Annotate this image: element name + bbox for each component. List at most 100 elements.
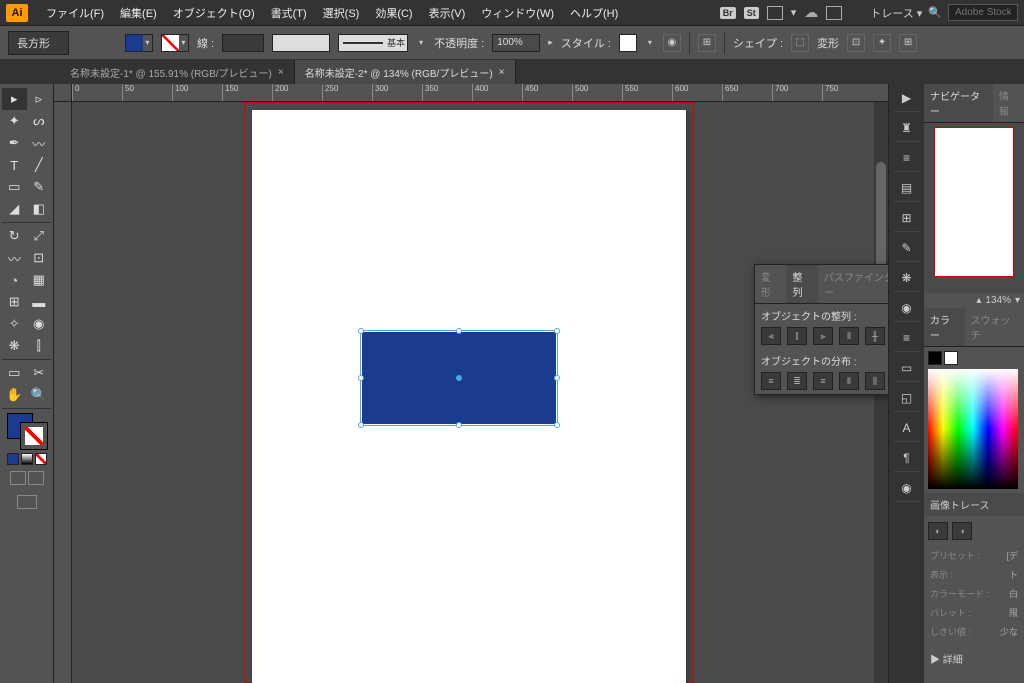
align-right-icon[interactable]: ⫸: [813, 327, 833, 345]
dock-properties-icon[interactable]: ≡: [894, 150, 920, 172]
dock-swatches-icon[interactable]: ◉: [894, 300, 920, 322]
draw-behind-icon[interactable]: [28, 471, 44, 485]
dist-top-icon[interactable]: ≡: [761, 372, 781, 390]
dist-vcenter-icon[interactable]: ≣: [787, 372, 807, 390]
perspective-tool[interactable]: ▦: [27, 269, 52, 291]
rotate-tool[interactable]: ↻: [2, 225, 27, 247]
stroke-profile[interactable]: [272, 34, 330, 52]
color-black[interactable]: [928, 351, 942, 365]
trace-preset-2-icon[interactable]: ◑: [952, 522, 972, 540]
none-mode-icon[interactable]: [35, 453, 47, 465]
dist-left-icon[interactable]: ⦀: [839, 372, 859, 390]
width-tool[interactable]: 〰: [2, 247, 27, 269]
menu-file[interactable]: ファイル(F): [38, 5, 112, 21]
dock-gradient-icon[interactable]: ▭: [894, 360, 920, 382]
brush-definition[interactable]: 基本: [338, 34, 408, 52]
scale-tool[interactable]: ⤢: [27, 225, 52, 247]
cloud-icon[interactable]: ☁: [804, 4, 818, 21]
align-top-icon[interactable]: ⫴: [839, 327, 859, 345]
opacity-input[interactable]: [492, 34, 540, 52]
fill-stroke-indicator[interactable]: [7, 413, 47, 449]
align-hcenter-icon[interactable]: ⫿: [787, 327, 807, 345]
fill-color[interactable]: ▾: [125, 34, 153, 52]
dist-bottom-icon[interactable]: ≡: [813, 372, 833, 390]
search-input[interactable]: [948, 4, 1018, 21]
dock-paragraph-icon[interactable]: ¶: [894, 450, 920, 472]
tab-pathfinder[interactable]: パスファインダー: [818, 265, 888, 303]
zoom-tool[interactable]: 🔍: [27, 384, 52, 406]
dock-libraries-icon[interactable]: ♜: [894, 120, 920, 142]
dock-stroke-icon[interactable]: ≡: [894, 330, 920, 352]
trace-panel-title[interactable]: 画像トレース: [924, 493, 1024, 516]
dock-appearance-icon[interactable]: ◉: [894, 480, 920, 502]
stock-icon[interactable]: St: [744, 7, 759, 19]
dock-type-icon[interactable]: A: [894, 420, 920, 442]
mesh-tool[interactable]: ⊞: [2, 291, 27, 313]
dock-play-icon[interactable]: ▶: [894, 90, 920, 112]
shaper-tool[interactable]: ◢: [2, 198, 27, 220]
blend-tool[interactable]: ◉: [27, 313, 52, 335]
shape-builder-tool[interactable]: ◔: [2, 269, 27, 291]
line-tool[interactable]: ╱: [27, 154, 52, 176]
arrange-icon[interactable]: [767, 6, 783, 20]
trace-dropdown[interactable]: トレース ▾: [870, 5, 922, 21]
graph-tool[interactable]: ⫿: [27, 335, 52, 357]
shape-selector[interactable]: 長方形: [8, 31, 69, 55]
stroke-weight-input[interactable]: [222, 34, 264, 52]
tab-navigator[interactable]: ナビゲーター: [924, 84, 993, 122]
bridge-icon[interactable]: Br: [720, 7, 736, 19]
color-spectrum[interactable]: [928, 369, 1018, 489]
selection-tool[interactable]: ▸: [2, 88, 27, 110]
doc-tab-2[interactable]: 名称未設定-2* @ 134% (RGB/プレビュー)×: [295, 60, 516, 84]
stroke-color[interactable]: ▾: [161, 34, 189, 52]
zoom-out-icon[interactable]: ▴: [976, 295, 981, 306]
menu-select[interactable]: 選択(S): [315, 5, 368, 21]
more-icon[interactable]: ⊞: [899, 34, 917, 52]
doc-tab-1[interactable]: 名称未設定-1* @ 155.91% (RGB/プレビュー)×: [60, 60, 295, 84]
menu-object[interactable]: オブジェクト(O): [165, 5, 263, 21]
type-tool[interactable]: T: [2, 154, 27, 176]
slice-tool[interactable]: ✂: [27, 362, 52, 384]
tab-transform[interactable]: 変形: [755, 265, 786, 303]
screen-mode-icon[interactable]: [17, 495, 37, 509]
menu-help[interactable]: ヘルプ(H): [562, 5, 626, 21]
draw-normal-icon[interactable]: [10, 471, 26, 485]
dock-layers-icon[interactable]: ▤: [894, 180, 920, 202]
dock-transparency-icon[interactable]: ◱: [894, 390, 920, 412]
artboard-tool[interactable]: ▭: [2, 362, 27, 384]
close-icon[interactable]: ×: [278, 67, 284, 78]
stroke-swatch[interactable]: [21, 423, 47, 449]
pen-tool[interactable]: ✒: [2, 132, 27, 154]
close-icon[interactable]: ×: [499, 67, 505, 78]
menu-edit[interactable]: 編集(E): [112, 5, 165, 21]
paintbrush-tool[interactable]: ✎: [27, 176, 52, 198]
navigator-panel[interactable]: [924, 123, 1024, 293]
shape-expand-icon[interactable]: ⬚: [791, 34, 809, 52]
graphic-style[interactable]: [619, 34, 637, 52]
rectangle-object[interactable]: [362, 332, 556, 424]
menu-type[interactable]: 書式(T): [263, 5, 315, 21]
tab-info[interactable]: 情報: [993, 84, 1024, 122]
eraser-tool[interactable]: ◧: [27, 198, 52, 220]
hand-tool[interactable]: ✋: [2, 384, 27, 406]
transform-label[interactable]: 変形: [817, 35, 839, 51]
trace-detail-toggle[interactable]: ▶ 詳細: [924, 647, 1024, 670]
trace-preset-1-icon[interactable]: ◐: [928, 522, 948, 540]
canvas-area[interactable]: 050 100150 200250 300350 400450 500550 6…: [54, 84, 888, 683]
navigator-preview[interactable]: [934, 127, 1014, 277]
dock-symbols-icon[interactable]: ❋: [894, 270, 920, 292]
gradient-tool[interactable]: ▬: [27, 291, 52, 313]
zoom-in-icon[interactable]: ▾: [1015, 295, 1020, 306]
align-icon[interactable]: ⊞: [698, 34, 716, 52]
workspace-arrow-icon[interactable]: ▾: [791, 6, 797, 19]
search-icon[interactable]: 🔍: [928, 6, 942, 19]
vertical-ruler[interactable]: [54, 102, 72, 683]
recolor-icon[interactable]: ◉: [663, 34, 681, 52]
edit-icon[interactable]: ✦: [873, 34, 891, 52]
align-panel[interactable]: 変形 整列 パスファインダー » ≡ オブジェクトの整列 : ⫷ ⫿ ⫸ ⫴ ╫…: [754, 264, 888, 395]
tab-swatch[interactable]: スウォッチ: [965, 308, 1024, 346]
dist-hcenter-icon[interactable]: ⫼: [865, 372, 885, 390]
horizontal-ruler[interactable]: 050 100150 200250 300350 400450 500550 6…: [72, 84, 888, 102]
tab-color[interactable]: カラー: [924, 308, 965, 346]
isolate-icon[interactable]: ⊡: [847, 34, 865, 52]
